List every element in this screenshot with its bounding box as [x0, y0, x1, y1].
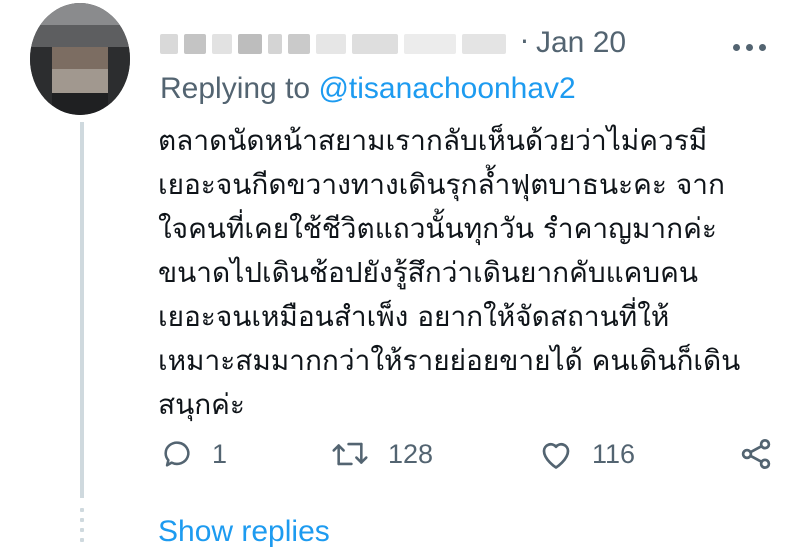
tweet-actions: 1 128 116 [0, 432, 800, 476]
retweet-button[interactable]: 128 [330, 432, 433, 476]
replying-to-handle[interactable]: @tisanachoonhav2 [318, 72, 575, 105]
tweet-date[interactable]: Jan 20 [536, 26, 626, 60]
meta-separator: · [520, 25, 529, 58]
tweet[interactable]: · Jan 20 Replying to @tisanachoonhav2 ตล… [0, 0, 800, 556]
more-horizontal-icon[interactable] [733, 44, 766, 51]
thread-continuation-dots [79, 508, 85, 556]
reply-button[interactable]: 1 [160, 432, 227, 476]
retweet-count: 128 [388, 438, 434, 469]
tweet-body-line: ตลาดนัดหน้าสยามเรากลับเห็นด้วยว่าไม่ควรม… [158, 124, 708, 157]
avatar[interactable] [30, 3, 130, 115]
tweet-body-line: ขนาดไปเดินช้อปยังรู้สึกว่าเดินยากคับแคบค… [158, 256, 699, 289]
like-button[interactable]: 116 [538, 432, 635, 476]
replying-to-label: Replying to [160, 72, 319, 105]
tweet-body: ตลาดนัดหน้าสยามเรากลับเห็นด้วยว่าไม่ควรม… [158, 119, 788, 427]
like-count: 116 [592, 438, 636, 469]
tweet-body-line: เหมาะสมมากกว่าให้รายย่อยขายได้ คนเดินก็เ… [158, 344, 741, 377]
reply-bubble-icon [160, 437, 194, 471]
retweet-icon [330, 437, 370, 471]
reply-count: 1 [212, 438, 228, 469]
share-icon [738, 436, 774, 472]
tweet-body-line: เยอะจนกีดขวางทางเดินรุกล้ำฟุตบาธนะคะ จาก [158, 168, 725, 201]
share-button[interactable] [738, 432, 774, 476]
heart-icon [538, 437, 574, 471]
tweet-body-line: ใจคนที่เคยใช้ชีวิตแถวนั้นทุกวัน รำคาญมาก… [158, 212, 717, 245]
tweet-body-line: สนุกค่ะ [158, 388, 245, 421]
author-name-blurred[interactable] [160, 32, 516, 56]
show-replies-link[interactable]: Show replies [158, 515, 330, 549]
replying-to: Replying to @tisanachoonhav2 [160, 72, 576, 106]
tweet-body-line: เยอะจนเหมือนสำเพ็ง อยากให้จัดสถานที่ให้ [158, 300, 670, 333]
